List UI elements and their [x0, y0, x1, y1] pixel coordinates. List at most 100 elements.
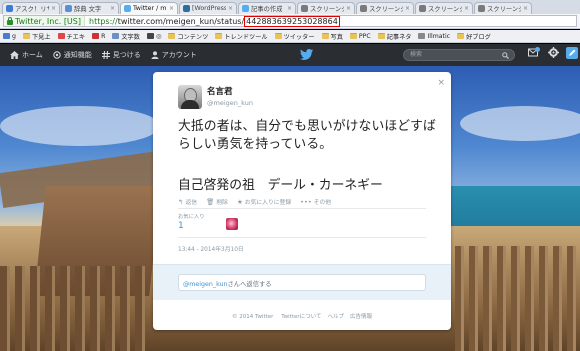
close-icon[interactable]: ×	[437, 78, 445, 88]
reply-action[interactable]: ↰ 返信	[178, 197, 197, 207]
gear-icon	[548, 47, 559, 58]
bookmark-label: 写真	[330, 33, 343, 41]
favorite-icon: ★	[236, 197, 243, 206]
bookmark-label: チエキ	[66, 33, 86, 41]
bookmark-item[interactable]: トレンドツール	[215, 32, 268, 41]
tab-label: スクリーンショ	[428, 6, 462, 13]
divider	[178, 237, 426, 238]
url-field[interactable]: Twitter, Inc. [US] https://twitter.com/m…	[3, 15, 577, 27]
browser-tab[interactable]: アスク！リサイ×	[2, 2, 60, 14]
bookmark-label: 好ブログ	[466, 33, 491, 41]
bookmark-item[interactable]: Illmatic	[418, 33, 450, 40]
illmatic-icon	[418, 33, 426, 39]
address-bar: Twitter, Inc. [US] https://twitter.com/m…	[0, 14, 580, 29]
favorites-stat[interactable]: お気に入り 1	[178, 212, 205, 231]
wooden-fence-left	[0, 266, 150, 351]
person-icon	[151, 51, 159, 59]
reply-area: @meigen_kunさんへ返信する	[153, 264, 451, 300]
bookmark-item[interactable]: ◎	[146, 33, 161, 40]
card-footer: © 2014 Twitter Twitterについて ヘルプ 広告情報	[153, 312, 451, 320]
reply-mention: @meigen_kun	[183, 281, 228, 288]
tab-label: [WordPress	[192, 5, 226, 12]
browser-tab[interactable]: 辞典 文字 ×	[61, 2, 119, 14]
footer-link[interactable]: ヘルプ	[327, 314, 344, 320]
bookmark-item[interactable]: 好ブログ	[457, 32, 491, 41]
settings-button[interactable]	[548, 47, 559, 58]
tab-close-icon[interactable]: ×	[226, 5, 233, 12]
nav-discover[interactable]: 見つける	[101, 50, 141, 60]
search-icon[interactable]	[502, 52, 509, 59]
folder-icon	[22, 33, 30, 39]
browser-tab[interactable]: スクリーンショ×	[474, 2, 532, 14]
bookmark-item[interactable]: R	[92, 33, 105, 40]
tab-favicon-icon	[419, 5, 426, 12]
tweet-timestamp[interactable]: 13:44 - 2014年3月10日	[178, 244, 244, 253]
bookmark-item[interactable]: g	[3, 33, 16, 40]
tab-close-icon[interactable]: ×	[344, 5, 351, 12]
doc-icon	[112, 33, 120, 39]
nav-account[interactable]: アカウント	[151, 50, 197, 60]
tab-favicon-icon	[478, 5, 485, 12]
bookmark-item[interactable]: ツイッター	[274, 32, 315, 41]
reply-input[interactable]: @meigen_kunさんへ返信する	[178, 274, 426, 291]
nav-discover-label: 見つける	[112, 51, 141, 59]
footer-link[interactable]: 広告情報	[350, 314, 372, 320]
tab-close-icon[interactable]: ×	[462, 5, 469, 12]
tab-close-icon[interactable]: ×	[49, 5, 56, 12]
bookmark-item[interactable]: 文字数	[112, 32, 140, 41]
bookmark-label: 記事ネタ	[386, 33, 412, 41]
avatar[interactable]	[178, 85, 202, 109]
tab-close-icon[interactable]: ×	[285, 5, 292, 12]
browser-tab[interactable]: [WordPress ×	[179, 2, 237, 14]
nav-home[interactable]: ホーム	[10, 50, 43, 60]
bookmark-item[interactable]: コンテンツ	[168, 32, 208, 41]
tab-close-icon[interactable]: ×	[108, 5, 115, 12]
tab-close-icon[interactable]: ×	[167, 5, 174, 12]
browser-tab[interactable]: Twitter / m ×	[120, 2, 178, 14]
bookmark-label: R	[101, 32, 106, 40]
search-input[interactable]: 検索	[403, 49, 515, 61]
action-label: 削除	[216, 200, 228, 206]
bookmark-label: g	[12, 32, 16, 40]
action-label: その他	[313, 200, 332, 206]
browser-tab[interactable]: スクリーンショ×	[415, 2, 473, 14]
tab-label: アスク！リサイ	[15, 6, 49, 13]
nav-home-label: ホーム	[22, 51, 43, 59]
tweet-actions: ↰ 返信 🗑 削除 ★ お気に入りに登録 ••• その他	[178, 197, 340, 207]
twitter-top-nav: ホーム 通知機能 見つける アカウント 検索	[0, 44, 580, 66]
g-icon	[3, 33, 10, 39]
bookmark-label: コンテンツ	[177, 33, 209, 41]
more-action[interactable]: ••• その他	[300, 197, 332, 207]
tab-close-icon[interactable]: ×	[403, 5, 410, 12]
tweet-header: 名言君 @meigen_kun	[178, 85, 253, 109]
bookmark-item[interactable]: PPC	[349, 33, 371, 40]
footer-link[interactable]: Twitterについて	[281, 314, 321, 320]
browser-tab[interactable]: スクリーンショ×	[356, 2, 414, 14]
tab-strip: アスク！リサイ×辞典 文字×Twitter / m×[WordPress×記事の…	[0, 0, 580, 14]
browser-tab[interactable]: 記事の作成 ×	[238, 2, 296, 14]
compose-tweet-button[interactable]	[566, 47, 578, 59]
at-icon	[53, 51, 61, 59]
browser-tab[interactable]: スクリーンショ×	[297, 2, 355, 14]
bookmark-item[interactable]: チエキ	[57, 32, 86, 41]
ev-certificate-badge[interactable]: Twitter, Inc. [US]	[4, 16, 85, 26]
nav-notifications[interactable]: 通知機能	[53, 50, 92, 60]
author-screen-name[interactable]: @meigen_kun	[207, 99, 253, 107]
author-name[interactable]: 名言君	[207, 85, 253, 97]
tab-label: 辞典 文字	[74, 6, 102, 13]
bookmark-item[interactable]: 記事ネタ	[377, 32, 412, 41]
tab-close-icon[interactable]: ×	[521, 5, 528, 12]
folder-icon	[349, 33, 357, 39]
bookmark-label: 文字数	[121, 33, 140, 41]
twitter-bird-icon[interactable]	[300, 49, 313, 60]
direct-messages-button[interactable]	[528, 47, 540, 57]
delete-action[interactable]: 🗑 削除	[206, 197, 228, 207]
bookmark-item[interactable]: 写真	[321, 32, 343, 41]
tab-label: スクリーンショ	[310, 6, 344, 13]
folder-icon	[321, 33, 329, 39]
bookmark-item[interactable]: 下見上	[22, 32, 51, 41]
nav-notifications-label: 通知機能	[63, 51, 92, 59]
favoriter-avatar[interactable]	[226, 218, 238, 230]
favorite-action[interactable]: ★ お気に入りに登録	[236, 197, 291, 207]
nav-account-label: アカウント	[161, 51, 197, 59]
